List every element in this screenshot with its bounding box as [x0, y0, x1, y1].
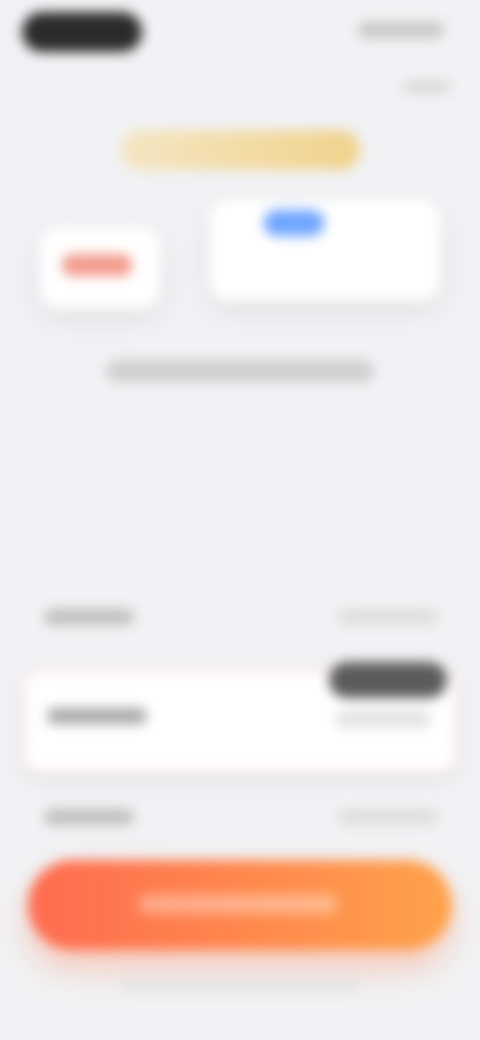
hero-card-primary: [210, 200, 440, 300]
hero-badge: [120, 130, 360, 170]
hero-card-primary-accent: [264, 210, 324, 236]
primary-cta-label: [138, 894, 338, 914]
primary-cta-button[interactable]: [28, 860, 452, 950]
status-icons: [358, 22, 444, 38]
hero-card-secondary-accent: [62, 254, 132, 276]
plans-list: [22, 585, 458, 869]
plan-row-3-value: [338, 809, 438, 825]
plan-row-2-highlighted[interactable]: [22, 662, 458, 773]
plan-row-1-label: [44, 609, 134, 625]
plan-row-3[interactable]: [22, 785, 458, 857]
footer-note: [120, 980, 360, 990]
plan-row-1-value: [338, 609, 438, 625]
subtitle: [106, 360, 374, 382]
hero-cards: [40, 200, 440, 320]
status-pill: [22, 12, 142, 52]
plan-row-2-label: [47, 708, 147, 724]
hero-card-secondary: [40, 228, 160, 308]
plan-row-1[interactable]: [22, 585, 458, 657]
top-link[interactable]: [404, 82, 450, 92]
plan-row-3-label: [44, 809, 134, 825]
plan-row-2-value: [335, 710, 431, 728]
plan-row-2-badge: [329, 662, 447, 698]
